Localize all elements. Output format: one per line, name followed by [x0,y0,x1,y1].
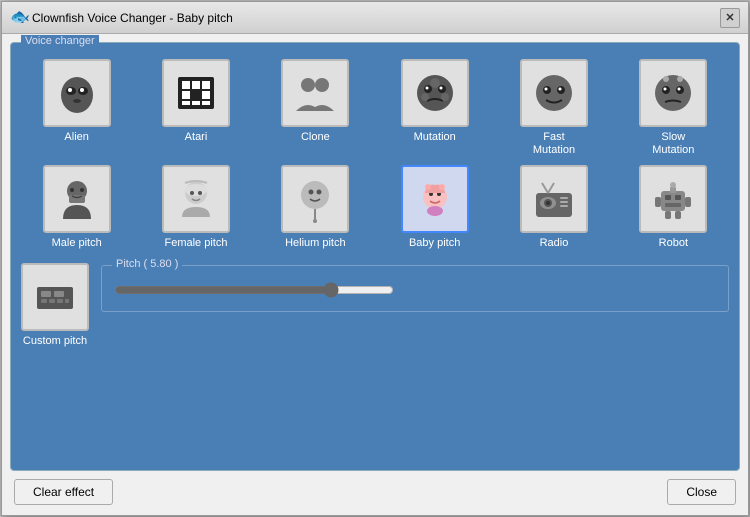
voice-item-female-pitch[interactable]: Female pitch [140,165,251,250]
voice-label-slow-mutation: SlowMutation [652,131,694,157]
voice-label-atari: Atari [185,131,208,144]
mutation-svg-icon [411,69,459,117]
slider-wrapper [114,282,716,301]
voice-label-helium-pitch: Helium pitch [285,237,346,250]
male-pitch-svg-icon [53,175,101,223]
voice-item-clone[interactable]: Clone [260,59,371,157]
voice-item-custom-pitch[interactable]: Custom pitch [21,263,89,348]
voice-label-baby-pitch: Baby pitch [409,237,460,250]
fast-mutation-svg-icon [530,69,578,117]
voice-icon-mutation [401,59,469,127]
voice-changer-group: Voice changer Alie [10,42,740,471]
voice-item-atari[interactable]: Atari [140,59,251,157]
voice-label-male-pitch: Male pitch [52,237,102,250]
voice-item-helium-pitch[interactable]: Helium pitch [260,165,371,250]
voice-label-radio: Radio [540,237,569,250]
voice-icon-helium-pitch [281,165,349,233]
voice-label-clone: Clone [301,131,330,144]
voice-label-robot: Robot [659,237,688,250]
window-close-button[interactable]: ✕ [720,8,740,28]
radio-svg-icon [530,175,578,223]
voice-label-alien: Alien [64,131,88,144]
voice-icon-fast-mutation [520,59,588,127]
voice-label-fast-mutation: FastMutation [533,131,575,157]
voice-icon-atari [162,59,230,127]
voice-item-radio[interactable]: Radio [498,165,609,250]
voice-item-slow-mutation[interactable]: SlowMutation [618,59,729,157]
voice-icon-custom-pitch [21,263,89,331]
atari-svg-icon [172,69,220,117]
main-window: 🐟 Clownfish Voice Changer - Baby pitch ✕… [1,1,749,516]
voice-item-male-pitch[interactable]: Male pitch [21,165,132,250]
voice-label-female-pitch: Female pitch [165,237,228,250]
close-button[interactable]: Close [667,479,736,505]
app-icon: 🐟 [10,10,26,26]
window-body: Voice changer Alie [2,34,748,515]
female-pitch-svg-icon [172,175,220,223]
robot-svg-icon [649,175,697,223]
voice-icons-grid: Alien [21,59,729,251]
voice-item-robot[interactable]: Robot [618,165,729,250]
footer: Clear effect Close [10,471,740,507]
title-bar: 🐟 Clownfish Voice Changer - Baby pitch ✕ [2,2,748,34]
voice-icon-radio [520,165,588,233]
voice-item-alien[interactable]: Alien [21,59,132,157]
alien-svg-icon [53,69,101,117]
clear-effect-button[interactable]: Clear effect [14,479,113,505]
voice-icon-female-pitch [162,165,230,233]
window-title: Clownfish Voice Changer - Baby pitch [32,11,233,25]
voice-icon-alien [43,59,111,127]
voice-item-baby-pitch[interactable]: Baby pitch [379,165,490,250]
clone-svg-icon [291,69,339,117]
slow-mutation-svg-icon [649,69,697,117]
pitch-slider[interactable] [114,282,394,298]
voice-label-mutation: Mutation [414,131,456,144]
voice-item-fast-mutation[interactable]: FastMutation [498,59,609,157]
voice-icon-baby-pitch [401,165,469,233]
voice-label-custom-pitch: Custom pitch [23,335,87,348]
group-label: Voice changer [21,35,99,47]
baby-pitch-svg-icon [411,175,459,223]
voice-item-mutation[interactable]: Mutation [379,59,490,157]
voice-icon-robot [639,165,707,233]
custom-pitch-svg-icon [31,273,79,321]
voice-icon-clone [281,59,349,127]
voice-icon-slow-mutation [639,59,707,127]
helium-pitch-svg-icon [291,175,339,223]
title-bar-left: 🐟 Clownfish Voice Changer - Baby pitch [10,10,233,26]
bottom-row: Custom pitch Pitch ( 5.80 ) [21,263,729,348]
voice-icon-male-pitch [43,165,111,233]
pitch-slider-group: Pitch ( 5.80 ) [101,265,729,312]
pitch-slider-label: Pitch ( 5.80 ) [112,258,182,270]
